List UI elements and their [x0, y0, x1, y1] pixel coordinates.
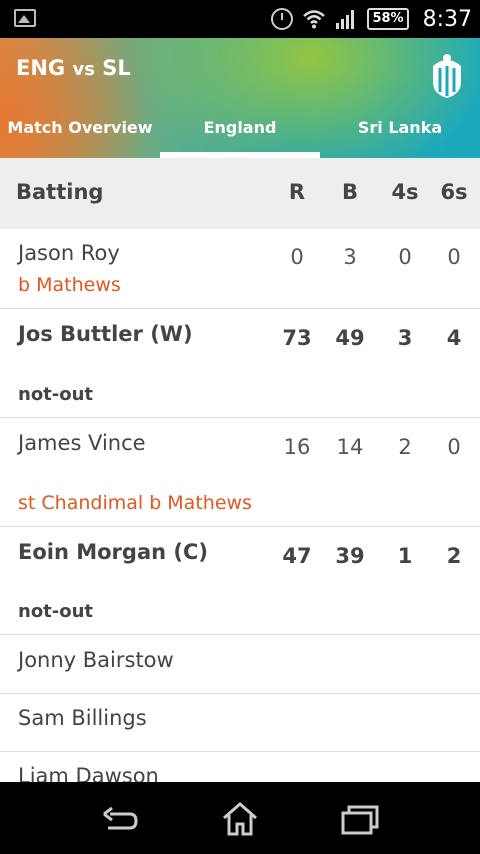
recents-icon[interactable]: [340, 802, 380, 836]
batsman-name: Eoin Morgan (C): [18, 540, 208, 564]
batsman-row[interactable]: Jonny Bairstow: [0, 635, 480, 694]
dismissal-text: not-out: [18, 601, 94, 622]
runs-value: 0: [290, 245, 304, 269]
dismissal-text: st Chandimal b Mathews: [18, 492, 252, 514]
match-title: ENG vs SL: [16, 56, 131, 80]
gallery-icon: [14, 9, 36, 27]
sixes-value: 2: [446, 544, 462, 568]
batsman-name: James Vince: [18, 431, 146, 455]
team1-label: ENG: [16, 56, 66, 80]
batsman-row[interactable]: Jason Roy b Mathews 0 3 0 0: [0, 229, 480, 309]
team-tabs: Match Overview England Sri Lanka: [0, 110, 480, 158]
col-runs: R: [288, 180, 306, 204]
clock: 8:37: [422, 6, 472, 32]
fours-value: 1: [397, 544, 413, 568]
balls-value: 39: [335, 544, 365, 568]
shield-logo-icon[interactable]: [428, 52, 466, 100]
runs-value: 73: [282, 326, 312, 350]
fours-value: 0: [398, 245, 412, 269]
balls-value: 3: [343, 245, 357, 269]
runs-value: 47: [282, 544, 312, 568]
dismissal-text: b Mathews: [18, 274, 121, 296]
status-bar: 58% 8:37: [0, 0, 480, 38]
team2-label: SL: [102, 56, 131, 80]
batsman-name: Jos Buttler (W): [18, 322, 193, 346]
fours-value: 3: [397, 326, 413, 350]
match-header: ENG vs SL Match Overview England Sri Lan…: [0, 38, 480, 158]
sixes-value: 0: [447, 435, 461, 459]
batsman-row[interactable]: James Vince st Chandimal b Mathews 16 14…: [0, 418, 480, 527]
tab-sri-lanka[interactable]: Sri Lanka: [320, 110, 480, 158]
tab-match-overview[interactable]: Match Overview: [0, 110, 160, 158]
home-icon[interactable]: [220, 802, 260, 836]
batsman-name: Sam Billings: [18, 706, 147, 730]
alarm-icon: [271, 8, 294, 30]
batsman-name: Jonny Bairstow: [18, 648, 174, 672]
col-balls: B: [341, 180, 358, 204]
batting-header: Batting R B 4s 6s: [0, 158, 480, 229]
batsman-row[interactable]: Eoin Morgan (C) not-out 47 39 1 2: [0, 527, 480, 635]
col-sixes: 6s: [440, 180, 468, 204]
wifi-icon: [303, 10, 326, 29]
battery-icon: 58%: [367, 8, 409, 30]
sixes-value: 0: [447, 245, 461, 269]
sixes-value: 4: [446, 326, 462, 350]
navigation-bar: [0, 782, 480, 854]
runs-value: 16: [283, 435, 311, 459]
batting-title: Batting: [16, 180, 104, 204]
tab-england[interactable]: England: [160, 110, 320, 158]
batsman-name: Jason Roy: [18, 241, 120, 265]
fours-value: 2: [398, 435, 412, 459]
col-fours: 4s: [391, 180, 419, 204]
balls-value: 14: [336, 435, 364, 459]
vs-label: vs: [72, 59, 95, 80]
back-icon[interactable]: [100, 802, 140, 836]
batsman-row[interactable]: Jos Buttler (W) not-out 73 49 3 4: [0, 309, 480, 418]
dismissal-text: not-out: [18, 384, 94, 405]
batsman-row[interactable]: Sam Billings: [0, 694, 480, 752]
balls-value: 49: [335, 326, 365, 350]
signal-icon: [336, 10, 355, 29]
